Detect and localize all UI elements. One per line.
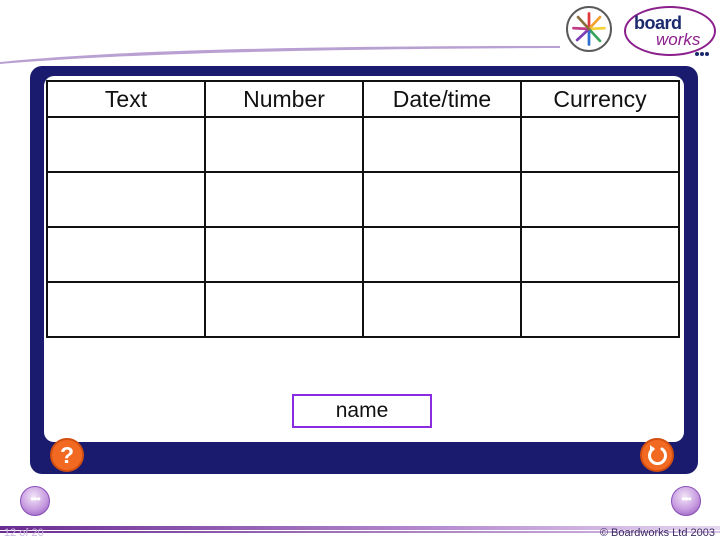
drop-cell[interactable]: [46, 226, 206, 283]
reset-icon: [648, 445, 667, 466]
draggable-name-tile[interactable]: name: [292, 394, 432, 428]
table-row: [46, 116, 680, 173]
previous-slide-button[interactable]: •••: [20, 486, 50, 516]
data-type-table: Text Number Date/time Currency: [46, 80, 680, 338]
drop-cell[interactable]: [520, 171, 680, 228]
help-button[interactable]: ?: [50, 438, 84, 472]
activity-frame: Text Number Date/time Currency name ?: [30, 66, 698, 474]
drop-cell[interactable]: [204, 171, 364, 228]
boardworks-emblem-icon: [566, 6, 612, 52]
drop-cell[interactable]: [362, 226, 522, 283]
table-row: [46, 226, 680, 283]
table-header-row: Text Number Date/time Currency: [46, 80, 680, 118]
logo-text-works: works: [656, 30, 701, 49]
reset-button[interactable]: [640, 438, 674, 472]
drop-cell[interactable]: [362, 116, 522, 173]
header-number: Number: [204, 80, 364, 118]
drop-cell[interactable]: [204, 226, 364, 283]
header-date-time: Date/time: [362, 80, 522, 118]
header-swoosh: [0, 46, 560, 64]
page-number: 12 of 20: [4, 527, 44, 539]
drop-cell[interactable]: [204, 281, 364, 338]
table-row: [46, 171, 680, 228]
ellipsis-icon: •••: [30, 492, 41, 506]
header-currency: Currency: [520, 80, 680, 118]
copyright-text: © Boardworks Ltd 2003: [599, 527, 715, 539]
drop-cell[interactable]: [520, 226, 680, 283]
drop-cell[interactable]: [46, 281, 206, 338]
activity-panel: Text Number Date/time Currency name: [44, 76, 684, 442]
drop-cell[interactable]: [46, 171, 206, 228]
drop-cell[interactable]: [520, 281, 680, 338]
drop-cell[interactable]: [46, 116, 206, 173]
logo-dots-icon: [695, 43, 710, 61]
table-row: [46, 281, 680, 338]
drop-cell[interactable]: [520, 116, 680, 173]
drop-cell[interactable]: [204, 116, 364, 173]
next-slide-button[interactable]: •••: [671, 486, 701, 516]
header-text: Text: [46, 80, 206, 118]
boardworks-logo: board works: [624, 6, 716, 56]
drop-cell[interactable]: [362, 171, 522, 228]
drop-cell[interactable]: [362, 281, 522, 338]
ellipsis-icon: •••: [681, 492, 692, 506]
